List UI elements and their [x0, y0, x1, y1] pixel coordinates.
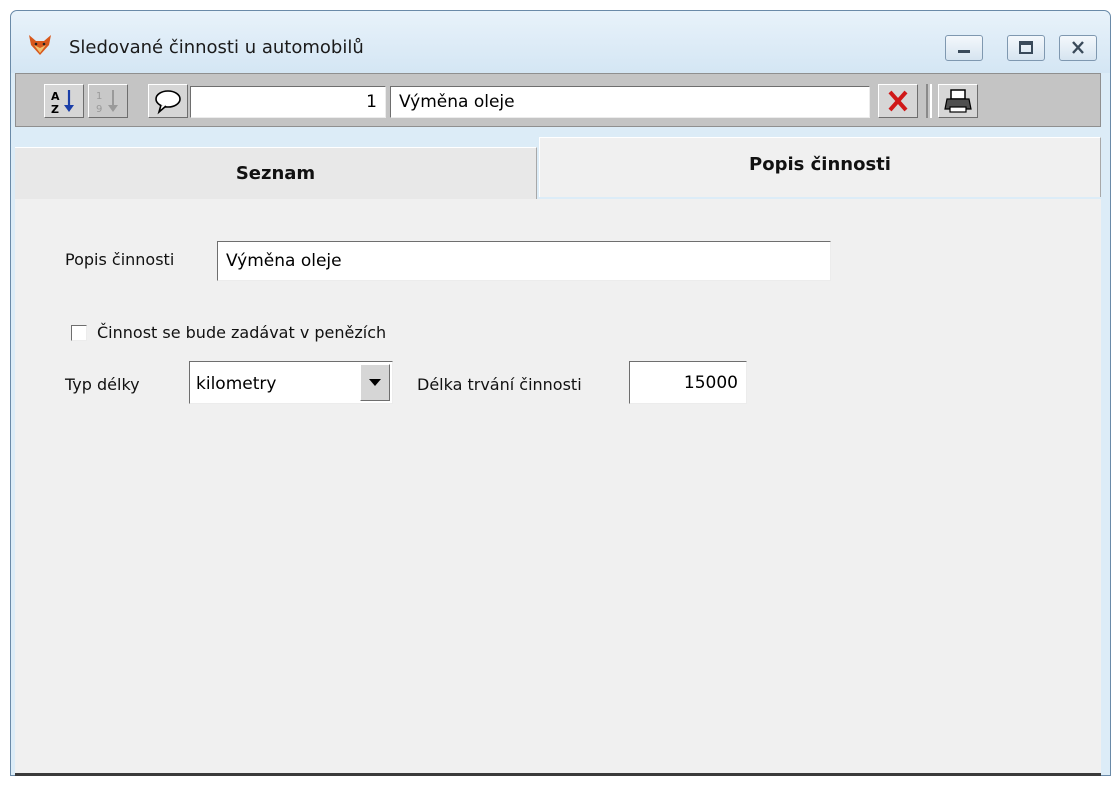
close-icon: [1072, 41, 1084, 54]
window-title: Sledované činnosti u automobilů: [69, 37, 364, 58]
maximize-icon: [1019, 41, 1033, 54]
speech-bubble-icon: [155, 90, 181, 115]
checkbox-label: Činnost se bude zadávat v penězích: [97, 323, 387, 342]
maximize-button[interactable]: [1007, 35, 1045, 61]
svg-text:9: 9: [96, 104, 102, 115]
typ-delky-select[interactable]: kilometry: [189, 361, 393, 404]
red-x-icon: [888, 90, 908, 112]
print-button[interactable]: [938, 84, 978, 118]
delete-button[interactable]: [878, 84, 918, 118]
minimize-button[interactable]: [945, 35, 983, 61]
tab-strip: Seznam Popis činnosti: [15, 137, 1101, 199]
svg-text:A: A: [51, 90, 60, 103]
app-window: Sledované činnosti u automobilů A Z 1 9 …: [10, 10, 1111, 776]
fox-icon: [29, 35, 51, 55]
popis-label: Popis činnosti: [65, 250, 175, 269]
comment-button[interactable]: [148, 84, 188, 118]
record-number: 1: [366, 92, 377, 112]
record-name: Výměna oleje: [399, 92, 515, 112]
tab-popis-cinnosti[interactable]: Popis činnosti: [539, 137, 1101, 197]
delka-label: Délka trvání činnosti: [417, 375, 582, 394]
delka-value: 15000: [683, 373, 738, 393]
typ-delky-label: Typ délky: [65, 375, 140, 394]
popis-value: Výměna oleje: [226, 251, 342, 271]
popis-field[interactable]: Výměna oleje: [217, 241, 831, 281]
printer-icon: [944, 89, 972, 113]
svg-text:1: 1: [96, 91, 102, 102]
sort-az-button[interactable]: A Z: [44, 84, 84, 118]
sort-az-icon: A Z: [51, 90, 74, 116]
typ-delky-value: kilometry: [196, 374, 277, 394]
penize-checkbox[interactable]: [71, 325, 87, 341]
toolbar-separator: [926, 84, 932, 118]
toolbar: A Z 1 9 1 Výměna oleje: [15, 73, 1101, 127]
sort-19-icon: 1 9: [96, 90, 118, 115]
chevron-down-icon: [369, 379, 381, 386]
delka-field[interactable]: 15000: [629, 361, 747, 404]
record-name-field[interactable]: Výměna oleje: [390, 86, 870, 118]
close-button[interactable]: [1059, 35, 1097, 61]
tab-seznam[interactable]: Seznam: [15, 147, 537, 199]
minimize-icon: [958, 50, 970, 53]
svg-text:Z: Z: [51, 103, 59, 116]
detail-panel: Popis činnosti Výměna oleje Činnost se b…: [15, 199, 1101, 776]
sort-19-button[interactable]: 1 9: [88, 84, 128, 118]
record-number-field[interactable]: 1: [190, 86, 386, 118]
title-bar[interactable]: Sledované činnosti u automobilů: [11, 11, 1110, 73]
dropdown-button[interactable]: [360, 364, 390, 401]
